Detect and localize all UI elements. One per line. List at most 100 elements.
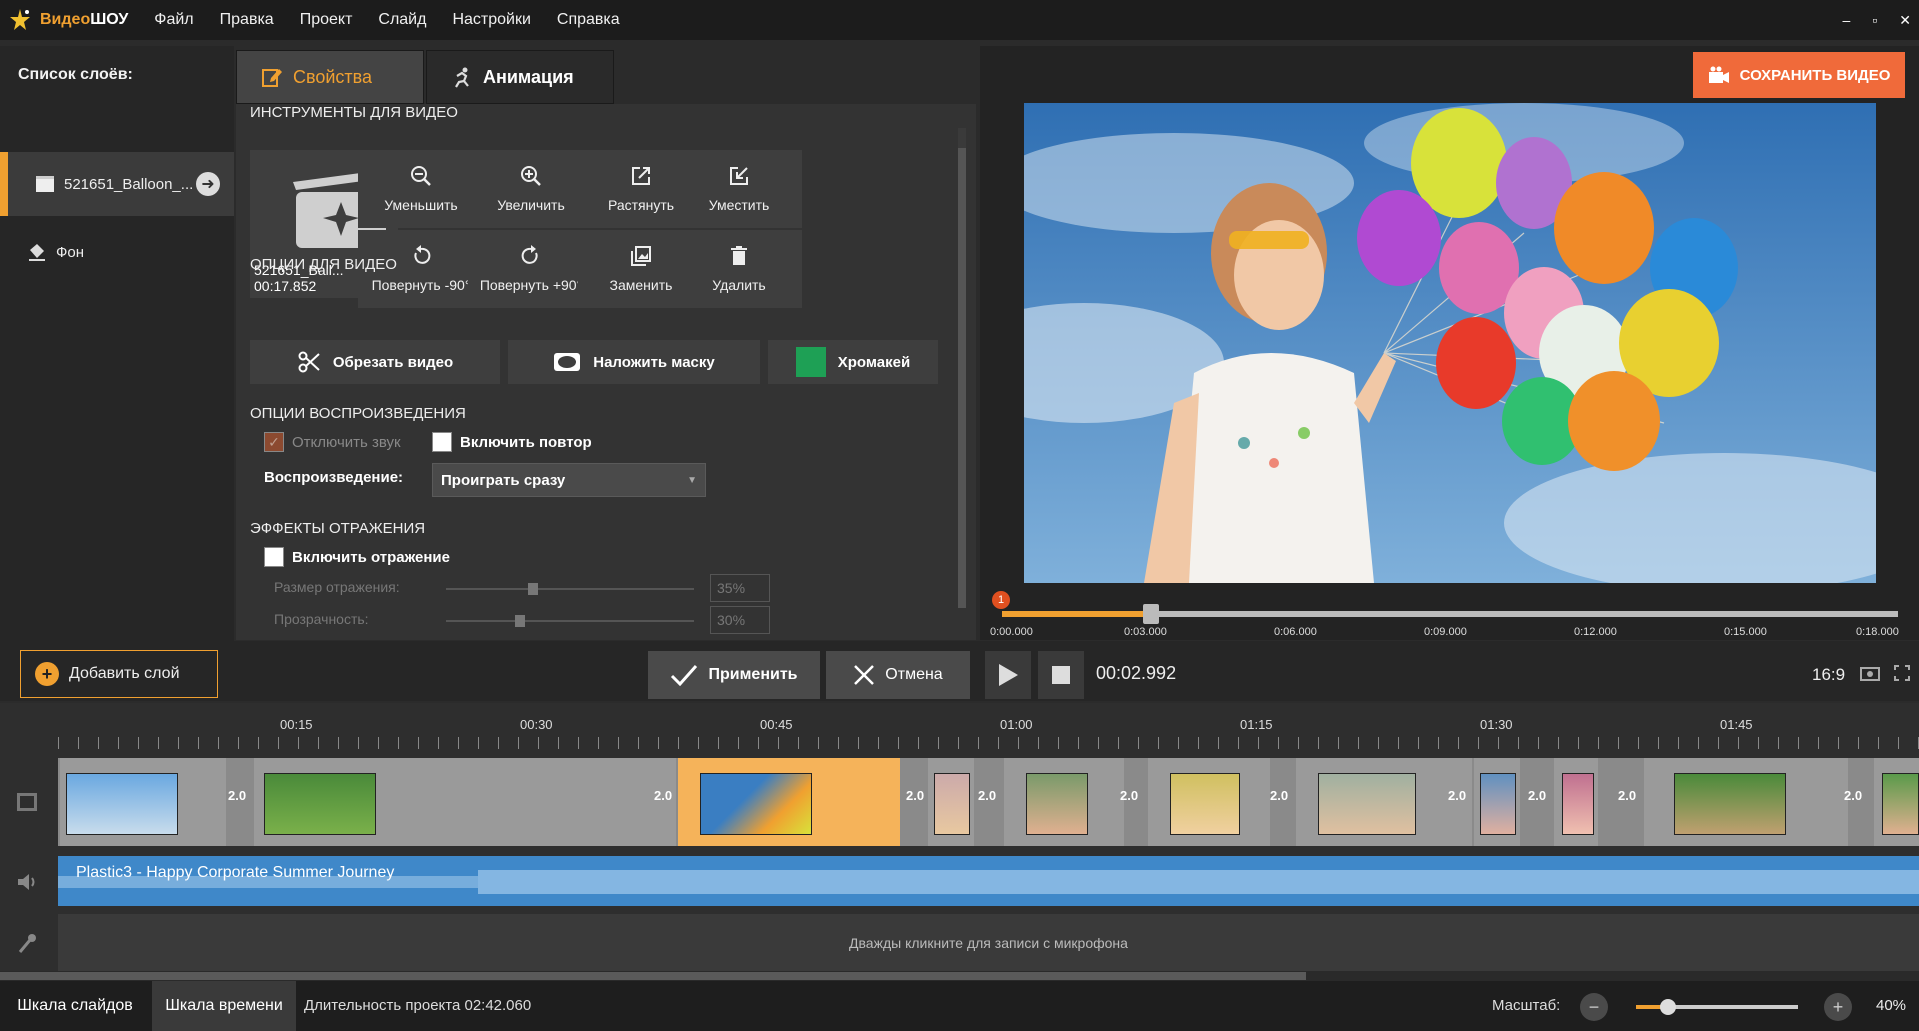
menu-file[interactable]: Файл	[154, 11, 193, 29]
cancel-button[interactable]: Отмена	[826, 651, 970, 699]
checkbox-unchecked-icon	[264, 547, 284, 567]
transition-duration[interactable]: 2.0	[228, 788, 246, 803]
add-layer-button[interactable]: + Добавить слой	[20, 650, 218, 698]
reflection-header: ЭФФЕКТЫ ОТРАЖЕНИЯ	[250, 520, 426, 537]
zoom-out-button[interactable]: Уменьшить	[358, 150, 484, 228]
rotate-right-button[interactable]: Повернуть +90°	[468, 230, 594, 308]
chromakey-button[interactable]: Хромакей	[768, 340, 938, 384]
layer-item-label: Фон	[56, 243, 85, 261]
play-button[interactable]	[985, 651, 1031, 699]
timeline-label: 01:30	[1480, 717, 1513, 732]
reflection-checkbox[interactable]: Включить отражение	[264, 547, 450, 567]
slide-clip[interactable]	[1296, 758, 1472, 846]
aspect-ratio[interactable]: 16:9	[1812, 665, 1845, 685]
slide-clip[interactable]	[1474, 758, 1520, 846]
reflection-size-field[interactable]: 35%	[710, 574, 770, 602]
app-name-part2: ШОУ	[90, 11, 129, 28]
transition-duration[interactable]: 2.0	[1528, 788, 1546, 803]
mute-checkbox[interactable]: ✓ Отключить звук	[264, 432, 401, 452]
zoom-slider[interactable]	[1636, 999, 1798, 1015]
transition-duration[interactable]: 2.0	[1618, 788, 1636, 803]
menu-edit[interactable]: Правка	[220, 11, 274, 29]
slides-track[interactable]: 2.0 2.0 2.0 2.0 2.0 2.0 2.0 2.0 2.0 2.0	[58, 758, 1919, 846]
properties-scrollbar[interactable]	[958, 128, 966, 608]
zoom-in-button[interactable]: +	[1824, 993, 1852, 1021]
tab-properties[interactable]: Свойства	[236, 50, 424, 104]
fit-button[interactable]: Уместить	[676, 150, 802, 228]
slide-clip[interactable]	[1644, 758, 1848, 846]
menu-help[interactable]: Справка	[557, 11, 620, 29]
apply-button[interactable]: Применить	[648, 651, 820, 699]
transition-duration[interactable]: 2.0	[1270, 788, 1288, 803]
menu-project[interactable]: Проект	[300, 11, 353, 29]
slide-clip[interactable]	[1004, 758, 1124, 846]
slide-clip[interactable]	[254, 758, 676, 846]
video-camera-icon	[1708, 66, 1729, 83]
slide-clip[interactable]	[60, 758, 226, 846]
preview-timeline[interactable]: 1 0:00.000 0:03.000 0:06.000 0:09.000 0:…	[990, 591, 1900, 640]
slide-clip[interactable]	[1148, 758, 1270, 846]
restore-button[interactable]: ▫	[1872, 12, 1877, 28]
scrollbar-thumb[interactable]	[958, 148, 966, 608]
tab-slide-view[interactable]: Шкала слайдов	[0, 981, 150, 1031]
zoom-in-label: Увеличить	[497, 197, 565, 213]
audio-track[interactable]: Plastic3 - Happy Corporate Summer Journe…	[58, 856, 1919, 906]
slide-clip[interactable]	[1554, 758, 1598, 846]
zoom-in-button[interactable]: Увеличить	[468, 150, 594, 228]
chevron-down-icon: ▼	[687, 474, 697, 486]
repeat-checkbox[interactable]: Включить повтор	[432, 432, 592, 452]
zoom-slider-handle[interactable]	[1660, 999, 1677, 1015]
apply-mask-button[interactable]: Наложить маску	[508, 340, 760, 384]
slide-clip[interactable]	[1874, 758, 1919, 846]
slider-handle[interactable]	[527, 583, 538, 595]
slide-clip[interactable]	[928, 758, 974, 846]
opacity-field[interactable]: 30%	[710, 606, 770, 634]
zoom-out-button[interactable]: −	[1580, 993, 1608, 1021]
snapshot-icon[interactable]	[1860, 665, 1880, 681]
delete-button[interactable]: Удалить	[676, 230, 802, 308]
playback-mode-select[interactable]: Проиграть сразу ▼	[432, 463, 706, 497]
layer-item-background[interactable]: Фон	[0, 220, 234, 284]
transition-duration[interactable]: 2.0	[1844, 788, 1862, 803]
transition-duration[interactable]: 2.0	[1120, 788, 1138, 803]
layer-item-video[interactable]: 521651_Balloon_... ➜	[0, 152, 234, 216]
timeline-ruler[interactable]: 00:15 00:30 00:45 01:00 01:15 01:30 01:4…	[58, 709, 1919, 749]
video-options-header: ОПЦИИ ДЛЯ ВИДЕО	[250, 256, 397, 273]
microphone-track[interactable]: Дважды кликните для записи с микрофона	[58, 914, 1919, 974]
slide-clip-selected[interactable]	[678, 758, 900, 846]
microphone-hint: Дважды кликните для записи с микрофона	[849, 935, 1128, 951]
transition-duration[interactable]: 2.0	[1448, 788, 1466, 803]
preview-playhead[interactable]	[1142, 604, 1159, 624]
zoom-out-label: Уменьшить	[384, 197, 458, 213]
transition-duration[interactable]: 2.0	[906, 788, 924, 803]
tab-animation[interactable]: Анимация	[426, 50, 614, 104]
timeline-label: 01:15	[1240, 717, 1273, 732]
trim-video-button[interactable]: Обрезать видео	[250, 340, 500, 384]
transition-duration[interactable]: 2.0	[654, 788, 672, 803]
fullscreen-icon[interactable]	[1894, 665, 1910, 681]
cancel-label: Отмена	[885, 666, 943, 683]
scrollbar-thumb[interactable]	[0, 972, 1306, 980]
arrow-right-icon[interactable]: ➜	[196, 172, 220, 196]
opacity-slider[interactable]	[446, 615, 694, 627]
marker-badge[interactable]: 1	[992, 591, 1010, 609]
replace-image-icon	[631, 246, 651, 266]
edit-icon	[262, 69, 282, 87]
tab-properties-label: Свойства	[293, 66, 373, 87]
timeline-scrollbar[interactable]	[0, 971, 1919, 981]
zoom-value: 40%	[1876, 997, 1907, 1014]
minimize-button[interactable]: –	[1843, 12, 1851, 28]
slider-handle[interactable]	[515, 615, 526, 627]
zoom-in-icon	[521, 166, 541, 186]
properties-tabs: Свойства Анимация	[236, 50, 614, 104]
transition-duration[interactable]: 2.0	[978, 788, 996, 803]
trim-video-label: Обрезать видео	[332, 353, 454, 371]
menu-settings[interactable]: Настройки	[452, 11, 530, 29]
save-video-button[interactable]: СОХРАНИТЬ ВИДЕО	[1693, 52, 1905, 98]
stop-button[interactable]	[1038, 651, 1084, 699]
close-button[interactable]: ✕	[1899, 12, 1911, 29]
tab-timeline-view[interactable]: Шкала времени	[152, 981, 296, 1031]
menu-slide[interactable]: Слайд	[378, 11, 426, 29]
checkmark-icon	[671, 665, 698, 686]
reflection-size-slider[interactable]	[446, 583, 694, 595]
